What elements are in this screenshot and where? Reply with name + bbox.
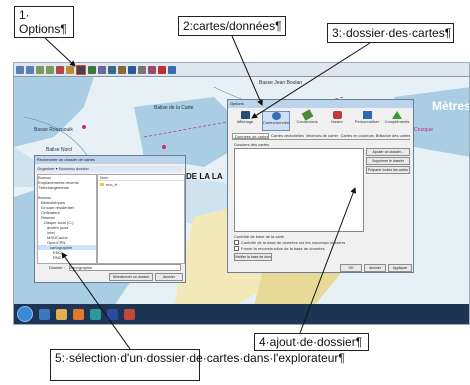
scale-out-icon[interactable] bbox=[46, 65, 54, 74]
tides-icon[interactable] bbox=[128, 65, 136, 74]
explorer-content[interactable]: Nom enc_fr bbox=[97, 174, 185, 264]
ie-icon[interactable] bbox=[39, 308, 50, 320]
follow-icon[interactable] bbox=[88, 65, 96, 74]
tab-affichage-label: Affichage bbox=[236, 119, 254, 124]
display-icon bbox=[240, 111, 250, 119]
callout-dossier: 3:·dossier·des·cartes¶ bbox=[327, 23, 454, 43]
route-icon[interactable] bbox=[56, 65, 64, 74]
chart-folder-list-header: Dossiers des cartes bbox=[234, 142, 270, 147]
checkbox-1-label: Contrôle de la base de données sur les n… bbox=[241, 240, 346, 245]
callout-selection-text: 5:·sélection·d'un·dossier·de·cartes·dans… bbox=[55, 351, 345, 365]
db-checkbox-2[interactable]: Forcer la reconstruction de la base de d… bbox=[234, 246, 325, 251]
rebuild-db-button[interactable]: Vérifier la base de données bbox=[234, 253, 272, 261]
text-icon[interactable] bbox=[98, 65, 106, 74]
tab-personnaliser[interactable]: Personnaliser bbox=[354, 111, 380, 131]
start-button-icon[interactable] bbox=[17, 306, 33, 322]
db-checkbox-1[interactable]: Contrôle de la base de données sur les n… bbox=[234, 240, 345, 245]
chart-folder-list[interactable] bbox=[234, 148, 364, 232]
tree-item[interactable]: RNC bbox=[38, 255, 96, 260]
callout-dossier-text: 3:·dossier·des·cartes¶ bbox=[332, 26, 452, 40]
checkbox-1-box[interactable] bbox=[234, 240, 239, 245]
subtab-1[interactable]: Cartes vectorielles bbox=[269, 133, 304, 139]
folder-explorer-dialog: Rechercher un dossier de cartes Organise… bbox=[34, 155, 186, 283]
options-icon[interactable] bbox=[76, 64, 86, 75]
db-options-label: Contrôle de base de la carte bbox=[234, 234, 285, 239]
prepare-charts-button[interactable]: Préparer toutes les cartes bbox=[366, 166, 410, 174]
apply-button[interactable]: Appliquer bbox=[388, 264, 412, 272]
customize-icon bbox=[362, 111, 372, 119]
subtab-4[interactable]: Brillance des cartes bbox=[374, 133, 410, 139]
browser-icon[interactable] bbox=[124, 308, 135, 320]
explorer-toolbar: Organiser ▾ Nouveau dossier bbox=[37, 166, 183, 172]
windows-taskbar bbox=[14, 304, 469, 324]
scale-in-icon[interactable] bbox=[36, 65, 44, 74]
place-raz: Basse Rouzaouik bbox=[34, 127, 73, 133]
tab-personnaliser-label: Personnaliser bbox=[354, 119, 380, 124]
folder-label: Dossier : bbox=[49, 265, 65, 270]
opencpn-icon[interactable] bbox=[90, 308, 101, 320]
callout-ajout: 4·ajout·de·dossier¶ bbox=[254, 333, 369, 351]
explorer-cancel-button[interactable]: Annuler bbox=[155, 273, 183, 281]
media-player-icon[interactable] bbox=[73, 308, 84, 320]
place-cartes: Balise de la Carte bbox=[154, 105, 194, 111]
charts-icon bbox=[271, 112, 281, 120]
content-item-label: enc_fr bbox=[106, 182, 118, 187]
checkbox-2-box[interactable] bbox=[234, 246, 239, 251]
tab-navire[interactable]: Navire bbox=[324, 111, 350, 131]
folder-field[interactable]: cartographie bbox=[69, 264, 181, 271]
callout-options-text: 1· Options¶ bbox=[19, 8, 67, 36]
subtab-0[interactable]: Données de cartes bbox=[232, 133, 270, 139]
tab-connexions[interactable]: Connexions bbox=[294, 109, 320, 131]
callout-cartes-text: 2:cartes/données¶ bbox=[183, 19, 282, 33]
route-manager-icon[interactable] bbox=[148, 65, 156, 74]
content-header: Nom bbox=[98, 175, 184, 181]
explorer-title: Rechercher un dossier de cartes bbox=[35, 156, 185, 164]
options-tab-bar: Affichage Cartes/données Connexions Navi… bbox=[232, 109, 410, 131]
grib-icon[interactable] bbox=[108, 65, 116, 74]
explorer-tree[interactable]: Bureau Emplacements récents Téléchargeme… bbox=[37, 174, 97, 264]
place-jean: Basse Jean Boulan bbox=[259, 80, 303, 86]
tab-complements-label: Compléments bbox=[384, 119, 410, 124]
print-icon[interactable] bbox=[138, 65, 146, 74]
callout-ajout-text: 4·ajout·de·dossier¶ bbox=[259, 335, 363, 349]
subtab-3[interactable]: Cartes en couleurs bbox=[338, 133, 373, 139]
tab-cartes-donnees[interactable]: Cartes/données bbox=[262, 111, 290, 131]
place-crusque: Crusque bbox=[414, 127, 433, 133]
ais-icon[interactable] bbox=[118, 65, 126, 74]
add-folder-button[interactable]: Ajouter un dossier... bbox=[366, 148, 410, 156]
help-icon[interactable] bbox=[168, 65, 176, 74]
remove-folder-button[interactable]: Supprimer le dossier bbox=[366, 157, 410, 165]
callout-options: 1· Options¶ bbox=[14, 6, 74, 38]
content-item[interactable]: enc_fr bbox=[98, 182, 184, 187]
folder-icon bbox=[100, 183, 104, 186]
ship-icon bbox=[332, 111, 342, 119]
word-icon[interactable] bbox=[107, 308, 118, 320]
tab-complements[interactable]: Compléments bbox=[384, 111, 410, 131]
plugins-icon bbox=[392, 111, 402, 119]
mob-icon[interactable] bbox=[158, 65, 166, 74]
checkbox-2-label: Forcer la reconstruction de la base de d… bbox=[241, 246, 325, 251]
track-icon[interactable] bbox=[66, 65, 74, 74]
options-subtab-bar: Données de cartes Cartes vectorielles Ve… bbox=[232, 133, 410, 140]
explorer-icon[interactable] bbox=[56, 308, 67, 320]
select-folder-button[interactable]: Sélectionner un dossier bbox=[109, 273, 153, 281]
opencpn-screen: POINTE DE LA LA Mètres Balise de la Cart… bbox=[13, 62, 470, 325]
zoom-in-icon[interactable] bbox=[16, 65, 24, 74]
tab-navire-label: Navire bbox=[331, 119, 343, 124]
options-dialog: Options Affichage Cartes/données Connexi… bbox=[227, 99, 414, 273]
callout-cartes: 2:cartes/données¶ bbox=[178, 16, 286, 36]
subtab-2[interactable]: Vecteurs de cartes bbox=[304, 133, 339, 139]
tab-cartes-label: Cartes/données bbox=[263, 120, 289, 125]
ok-button[interactable]: OK bbox=[340, 264, 362, 272]
callout-selection: 5:·sélection·d'un·dossier·de·cartes·dans… bbox=[50, 349, 345, 381]
place-metres: Mètres bbox=[432, 99, 470, 113]
zoom-out-icon[interactable] bbox=[26, 65, 34, 74]
options-dialog-title: Options bbox=[228, 100, 413, 108]
main-toolbar bbox=[14, 63, 469, 77]
place-nord: Balise Nord bbox=[46, 147, 72, 153]
tab-affichage[interactable]: Affichage bbox=[232, 111, 258, 131]
cancel-button[interactable]: Annuler bbox=[364, 264, 386, 272]
